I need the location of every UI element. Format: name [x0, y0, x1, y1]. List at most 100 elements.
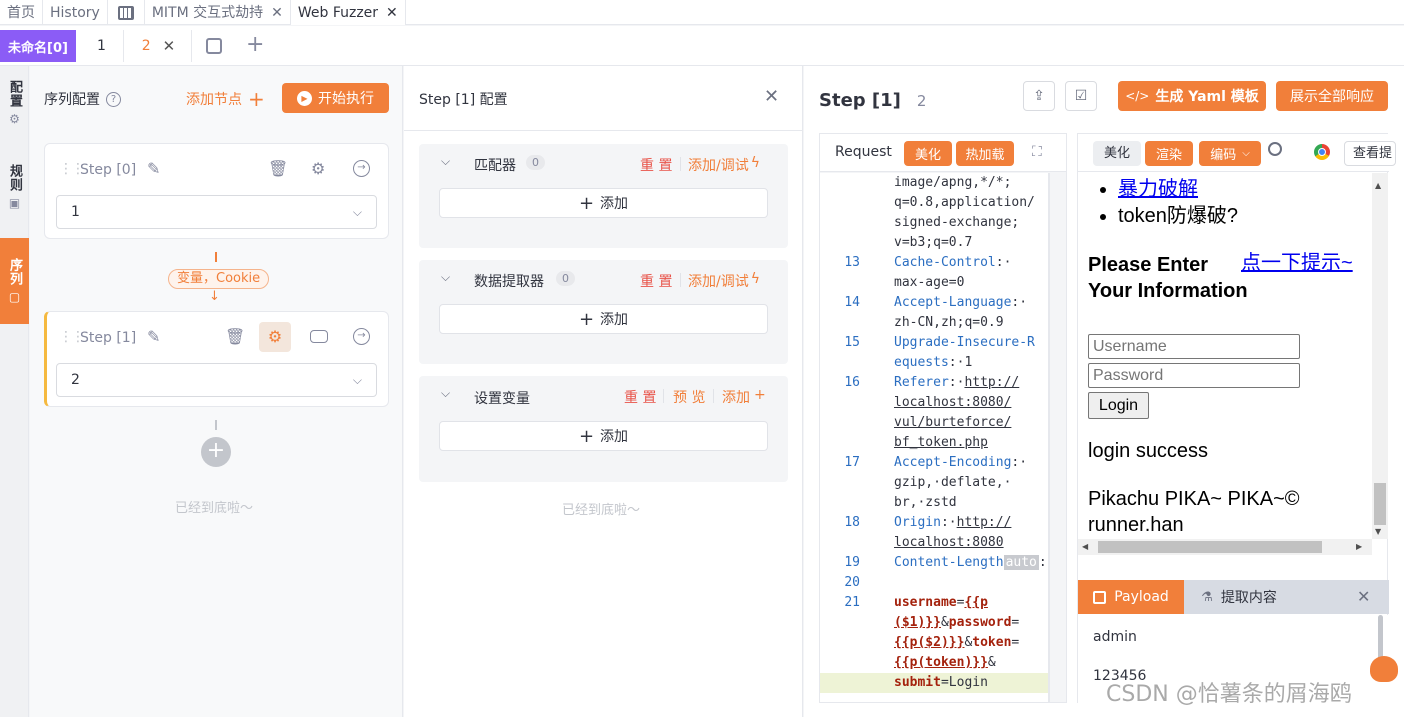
chrome-icon[interactable] — [1314, 144, 1330, 160]
add-node-button[interactable]: 添加节点 + — [186, 89, 265, 109]
beautify-button[interactable]: 美化 — [904, 141, 952, 166]
view-button[interactable]: 查看提 — [1344, 141, 1396, 166]
close-icon[interactable]: ✕ — [1357, 587, 1370, 606]
tab-home[interactable]: 首页 — [0, 0, 43, 25]
code-token: :· — [1011, 455, 1028, 470]
chevron-down-icon[interactable]: ⌵ — [441, 270, 450, 285]
preview-button[interactable]: 预 览 — [673, 387, 705, 407]
code-token: equests — [894, 355, 949, 370]
generate-yaml-button[interactable]: </> 生成 Yaml 模板 — [1118, 81, 1266, 111]
extract-tab[interactable]: ⚗ 提取内容 — [1186, 580, 1292, 614]
tab-table[interactable] — [108, 0, 145, 25]
panel-title: Step [1] 配置 — [419, 92, 508, 108]
section-title: 匹配器 — [474, 158, 516, 174]
sub-tab-1[interactable]: 1 — [80, 30, 124, 62]
add-step-button[interactable]: + — [201, 437, 231, 467]
toggle-icon[interactable] — [310, 330, 328, 343]
share-button[interactable]: ⇪ — [1023, 81, 1055, 111]
arrow-circle-icon[interactable]: → — [353, 160, 370, 177]
tab-web-fuzzer[interactable]: Web Fuzzer ✕ — [290, 0, 406, 25]
code-line: 13 Cache-Control:· — [820, 253, 1048, 273]
show-all-button[interactable]: 展示全部响应 — [1276, 81, 1388, 111]
add-debug-button[interactable]: 添加/调试 ϟ — [688, 271, 760, 291]
code-token: password — [948, 615, 1012, 630]
edit-icon[interactable]: ✎ — [147, 161, 160, 177]
close-icon[interactable]: ✕ — [386, 1, 398, 25]
line-number — [820, 353, 860, 373]
code-text: submit=Login — [894, 673, 988, 693]
code-token: Accept-Language — [894, 295, 1012, 310]
code-text: equests:·1 — [894, 353, 972, 373]
rail-config[interactable]: 配置 ⚙ — [0, 80, 29, 136]
plus-icon: + — [578, 308, 595, 330]
line-number — [820, 173, 860, 193]
step-select[interactable]: 1 ⌵ — [56, 195, 377, 229]
editor-scrollbar[interactable] — [1048, 173, 1050, 702]
add-variable-button[interactable]: 添加 + — [722, 387, 766, 407]
tab-history[interactable]: History — [43, 0, 108, 25]
close-icon[interactable]: ✕ — [764, 86, 779, 107]
code-token: = — [1011, 615, 1020, 630]
line-number — [820, 233, 860, 253]
trash-icon[interactable]: 🗑 — [268, 161, 288, 177]
code-line: signed-exchange; — [820, 213, 1048, 233]
footer-text: Pikachu PIKA~ PIKA~© runner.han — [1088, 488, 1300, 536]
rail-rules[interactable]: 规则 ▣ — [0, 164, 29, 224]
arrow-circle-icon[interactable]: → — [353, 328, 370, 345]
code-token: Content-Length — [894, 555, 1004, 570]
code-text: Accept-Language:· — [894, 293, 1027, 313]
reset-button[interactable]: 重 置 — [640, 155, 672, 175]
close-icon[interactable]: ✕ — [163, 37, 176, 55]
close-icon[interactable]: ✕ — [271, 1, 283, 25]
add-button[interactable]: + 添加 — [439, 188, 768, 218]
sub-tab-2[interactable]: 2 ✕ — [126, 30, 192, 62]
add-button[interactable]: + 添加 — [439, 304, 768, 334]
list-item[interactable]: 暴力破解 — [1118, 176, 1238, 203]
username-input[interactable]: Username — [1088, 334, 1300, 359]
encode-dropdown[interactable]: 编码 ⌵ — [1199, 141, 1261, 166]
rail-sequence[interactable]: 序列 ▢ — [0, 238, 29, 324]
beautify-button[interactable]: 美化 — [1093, 141, 1141, 166]
divider — [663, 389, 664, 403]
gear-icon[interactable]: ⚙ — [259, 322, 291, 352]
add-debug-button[interactable]: 添加/调试 ϟ — [688, 155, 760, 175]
reset-button[interactable]: 重 置 — [624, 387, 656, 407]
password-input[interactable]: Password — [1088, 363, 1300, 388]
help-icon[interactable]: ? — [106, 91, 121, 107]
code-line: q=0.8,application/ — [820, 193, 1048, 213]
hint-link[interactable]: 点一下提示~ — [1241, 246, 1353, 275]
gear-icon[interactable]: ⚙ — [311, 161, 325, 177]
hot-reload-button[interactable]: 热加载 — [956, 141, 1014, 166]
line-number: 15 — [844, 335, 860, 350]
chevron-down-icon[interactable]: ⌵ — [441, 386, 450, 401]
save-icon[interactable] — [206, 38, 222, 54]
code-line: 18 Origin:·http:// — [820, 513, 1048, 533]
step-name: Step [0] — [80, 162, 137, 178]
code-token: = — [1011, 635, 1020, 650]
export-button[interactable]: ☑ — [1065, 81, 1097, 111]
payload-tab[interactable]: Payload — [1078, 580, 1184, 614]
line-number — [820, 433, 860, 453]
login-button[interactable]: Login — [1088, 392, 1149, 419]
trash-icon[interactable]: 🗑 — [225, 329, 245, 345]
step-select[interactable]: 2 ⌵ — [56, 363, 377, 397]
edit-icon[interactable]: ✎ — [147, 329, 160, 345]
list-item: admin — [1093, 629, 1137, 645]
start-button[interactable]: ▶ 开始执行 — [282, 83, 389, 113]
code-line: ($1)}}&password= — [820, 613, 1048, 633]
tab-group-label[interactable]: 未命名[0] — [0, 30, 76, 62]
request-tab[interactable]: Request — [835, 144, 892, 160]
reset-button[interactable]: 重 置 — [640, 271, 672, 291]
mascot-icon — [1370, 656, 1398, 682]
count-badge: 0 — [526, 155, 545, 170]
fullscreen-icon[interactable]: ⛶ — [1032, 144, 1042, 160]
horizontal-scrollbar[interactable]: ◀ ▶ — [1078, 539, 1372, 555]
tab-mitm[interactable]: MITM 交互式劫持 ✕ — [145, 0, 291, 25]
chevron-down-icon[interactable]: ⌵ — [441, 154, 450, 169]
add-button[interactable]: + 添加 — [439, 421, 768, 451]
search-icon[interactable] — [1268, 142, 1282, 156]
vertical-scrollbar[interactable]: ▲ ▼ — [1372, 173, 1388, 539]
render-button[interactable]: 渲染 — [1145, 141, 1193, 166]
add-tab-icon[interactable]: + — [246, 32, 264, 57]
bolt-icon: ϟ — [750, 155, 760, 171]
